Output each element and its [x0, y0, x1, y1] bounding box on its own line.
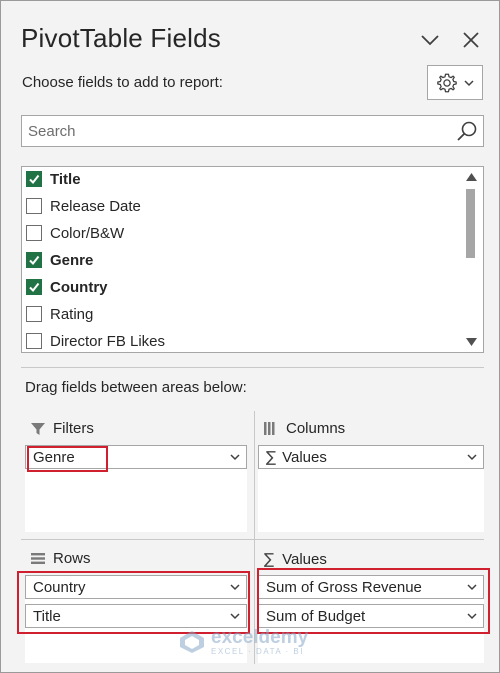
field-item-genre[interactable]: Genre [26, 249, 456, 271]
field-item-release-date[interactable]: Release Date [26, 195, 456, 217]
values-area-header: ∑ Values [264, 550, 327, 568]
columns-area-header: Columns [264, 420, 345, 437]
pane-title: PivotTable Fields [21, 23, 221, 53]
pill-label: Values [282, 448, 327, 466]
field-label: Release Date [50, 197, 141, 215]
field-checkbox[interactable] [26, 279, 42, 295]
close-icon [463, 32, 479, 48]
field-item-rating[interactable]: Rating [26, 303, 456, 325]
pill-label: Title [33, 607, 61, 625]
columns-area[interactable]: ∑ Values [258, 445, 484, 532]
checkmark-icon [29, 255, 40, 266]
field-label: Title [50, 170, 81, 188]
watermark-name: exceldemy [211, 627, 309, 648]
filters-area-header: Filters [31, 420, 94, 437]
columns-label: Columns [286, 420, 346, 437]
chevron-down-icon[interactable] [230, 612, 240, 620]
values-field-gross-revenue[interactable]: Sum of Gross Revenue [258, 575, 484, 599]
rows-field-country[interactable]: Country [25, 575, 247, 599]
rows-label: Rows [53, 550, 91, 567]
field-item-director-fb-likes[interactable]: Director FB Likes [26, 330, 456, 352]
gear-icon [437, 73, 457, 92]
pill-label: Country [33, 578, 86, 596]
values-label: Values [282, 550, 327, 568]
field-item-color-bw[interactable]: Color/B&W [26, 222, 456, 244]
rows-field-title[interactable]: Title [25, 604, 247, 628]
search-box[interactable] [21, 115, 484, 147]
field-item-country[interactable]: Country [26, 276, 456, 298]
columns-field-values[interactable]: ∑ Values [258, 445, 484, 469]
field-checkbox[interactable] [26, 198, 42, 214]
checkmark-icon [29, 174, 40, 185]
chevron-down-icon[interactable] [467, 453, 477, 461]
sigma-icon: ∑ [264, 550, 275, 568]
sigma-icon: ∑ [266, 448, 277, 466]
chevron-down-icon [421, 35, 439, 46]
chevron-down-icon[interactable] [467, 612, 477, 620]
field-label: Rating [50, 305, 94, 323]
field-label: Country [50, 278, 108, 296]
chevron-down-icon[interactable] [467, 583, 477, 591]
pane-options-chevron-button[interactable] [419, 29, 441, 51]
values-field-budget[interactable]: Sum of Budget [258, 604, 484, 628]
field-checkbox[interactable] [26, 225, 42, 241]
search-icon[interactable] [455, 120, 479, 144]
drag-fields-label: Drag fields between areas below: [25, 379, 247, 396]
pill-label: Genre [33, 448, 75, 466]
columns-icon [264, 422, 275, 435]
scrollbar-thumb[interactable] [466, 189, 475, 258]
field-list: Title Release Date Color/B&W Genre Count… [21, 166, 484, 353]
filter-icon [31, 422, 45, 435]
field-label: Color/B&W [50, 224, 125, 242]
choose-fields-label: Choose fields to add to report: [22, 74, 223, 91]
field-checkbox[interactable] [26, 252, 42, 268]
rows-area-header: Rows [31, 550, 91, 567]
scroll-down-arrow-icon[interactable] [466, 338, 477, 346]
watermark-tagline: EXCEL · DATA · BI [211, 647, 304, 656]
field-checkbox[interactable] [26, 333, 42, 349]
pill-label: Sum of Budget [266, 607, 366, 625]
pill-label: Sum of Gross Revenue [266, 578, 422, 596]
exceldemy-watermark: exceldemy EXCEL · DATA · BI [179, 628, 308, 656]
pivottable-fields-pane: PivotTable Fields Choose fields to add t… [0, 0, 500, 673]
chevron-down-icon[interactable] [230, 453, 240, 461]
rows-icon [31, 553, 45, 564]
chevron-down-icon[interactable] [230, 583, 240, 591]
area-divider-horizontal [21, 539, 484, 540]
field-checkbox[interactable] [26, 306, 42, 322]
scroll-up-arrow-icon[interactable] [466, 173, 477, 181]
chevron-down-icon [464, 79, 474, 86]
close-button[interactable] [460, 29, 482, 51]
field-label: Director FB Likes [50, 332, 166, 350]
field-item-title[interactable]: Title [26, 168, 456, 190]
field-checkbox[interactable] [26, 171, 42, 187]
field-list-settings-button[interactable] [427, 65, 483, 100]
field-label: Genre [50, 251, 94, 269]
checkmark-icon [29, 282, 40, 293]
filters-label: Filters [53, 420, 94, 437]
divider [21, 367, 484, 368]
search-input[interactable] [28, 120, 448, 142]
exceldemy-logo-icon [180, 631, 204, 653]
filters-field-genre[interactable]: Genre [25, 445, 247, 469]
filters-area[interactable]: Genre [25, 445, 247, 532]
